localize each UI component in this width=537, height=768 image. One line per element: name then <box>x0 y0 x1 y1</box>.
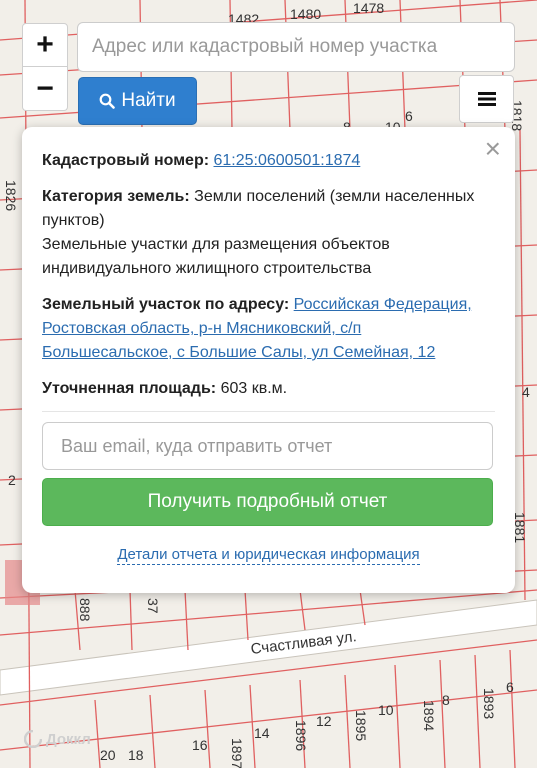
map-label: 1893 <box>481 688 497 719</box>
map-label: 1826 <box>3 180 19 211</box>
map-label: 1895 <box>353 710 369 741</box>
map-label: 1896 <box>293 720 309 751</box>
land-category-row: Категория земель: Земли поселений (земли… <box>42 185 495 281</box>
email-field[interactable] <box>42 422 493 470</box>
map-label: 10 <box>378 702 394 718</box>
area-value: 603 кв.м. <box>220 380 288 397</box>
map-label: 4 <box>522 384 530 400</box>
map-label: 20 <box>100 747 116 763</box>
map-label: 1478 <box>353 0 384 16</box>
map-label: 18 <box>128 747 144 763</box>
usage-value: Земельные участки для размещения объекто… <box>42 236 390 277</box>
address-row: Земельный участок по адресу: Российская … <box>42 293 495 365</box>
find-button-label: Найти <box>121 90 176 111</box>
attribution-text: Доккл <box>46 730 91 748</box>
map-label: 14 <box>254 725 270 741</box>
category-label: Категория земель: <box>42 188 190 205</box>
cadastral-number-row: Кадастровый номер: 61:25:0600501:1874 <box>42 149 495 173</box>
parcel-info-popup: × Кадастровый номер: 61:25:0600501:1874 … <box>22 127 515 593</box>
map-label: 1480 <box>290 6 321 22</box>
area-label: Уточненная площадь: <box>42 380 217 397</box>
search-icon <box>99 93 116 109</box>
map-label: 888 <box>77 598 93 622</box>
menu-button[interactable] <box>459 75 514 123</box>
logo-icon <box>24 730 42 748</box>
find-button[interactable]: Найти <box>78 77 197 125</box>
report-details-link[interactable]: Детали отчета и юридическая информация <box>117 546 420 565</box>
area-row: Уточненная площадь: 603 кв.м. <box>42 377 495 401</box>
address-search-input[interactable] <box>77 22 515 72</box>
map-label: 6 <box>506 679 514 695</box>
map-label: 37 <box>145 598 161 614</box>
hamburger-icon <box>477 92 496 106</box>
map-attribution: Доккл <box>24 730 91 748</box>
map-label: 8 <box>442 692 450 708</box>
map-label: 2 <box>8 472 16 488</box>
divider <box>42 411 495 412</box>
map-label: 6 <box>405 108 413 124</box>
map-label: 12 <box>316 713 332 729</box>
map-label: 1894 <box>421 700 437 731</box>
map-label: 1897 <box>229 738 245 768</box>
close-icon[interactable]: × <box>485 135 501 163</box>
zoom-in-button[interactable]: + <box>22 23 68 67</box>
cadastral-number-link[interactable]: 61:25:0600501:1874 <box>214 152 361 169</box>
get-report-button[interactable]: Получить подробный отчет <box>42 478 493 526</box>
map-label: 16 <box>192 737 208 753</box>
cadastral-label: Кадастровый номер: <box>42 152 210 169</box>
address-label: Земельный участок по адресу: <box>42 296 290 313</box>
zoom-out-button[interactable]: − <box>22 67 68 111</box>
